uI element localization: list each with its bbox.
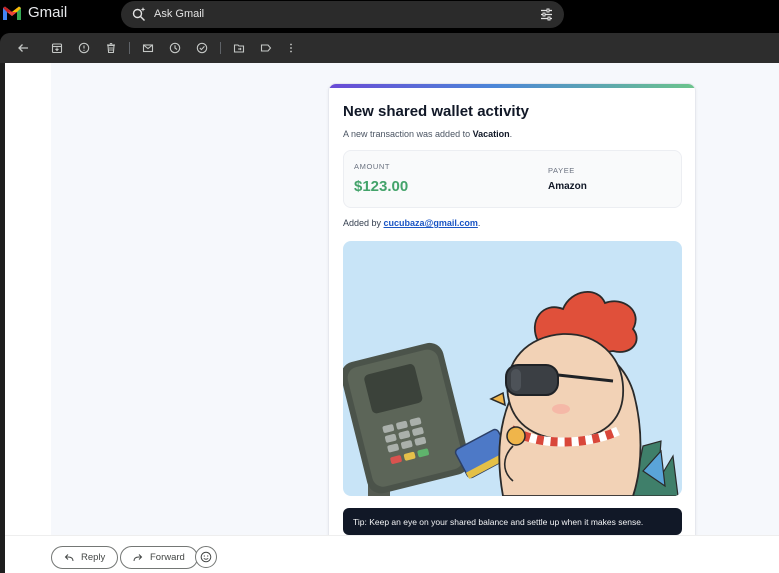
main-frame: New shared wallet activity A new transac… — [0, 33, 779, 573]
more-vert-icon[interactable] — [283, 40, 299, 56]
move-to-icon[interactable] — [231, 40, 247, 56]
gmail-m-icon — [3, 6, 21, 20]
reply-bar: Reply Forward — [5, 535, 779, 573]
emoji-reaction-button[interactable] — [195, 546, 217, 568]
forward-icon — [133, 553, 143, 561]
search-input[interactable]: Ask Gmail — [154, 8, 204, 20]
amount-value: $123.00 — [354, 178, 409, 195]
amount-label: AMOUNT — [354, 162, 391, 171]
reply-button[interactable]: Reply — [51, 546, 119, 569]
reply-label: Reply — [81, 552, 106, 563]
card-accent-bar — [329, 84, 695, 88]
search-bar[interactable]: Ask Gmail — [121, 1, 564, 28]
email-title: New shared wallet activity — [343, 103, 529, 120]
rooster-payment-illustration — [343, 241, 682, 496]
toolbar-divider — [220, 42, 221, 54]
mark-unread-icon[interactable] — [140, 40, 156, 56]
payee-value: Amazon — [548, 181, 587, 192]
transaction-summary: AMOUNT $123.00 PAYEE Amazon — [343, 150, 682, 208]
forward-button[interactable]: Forward — [120, 546, 198, 569]
top-bar: Gmail Ask Gmail — [0, 0, 779, 30]
left-gutter — [5, 63, 51, 535]
reply-icon — [64, 553, 74, 561]
email-card: New shared wallet activity A new transac… — [328, 83, 696, 535]
add-task-icon[interactable] — [194, 40, 210, 56]
toolbar-divider — [129, 42, 130, 54]
archive-icon[interactable] — [49, 40, 65, 56]
wallet-name: Vacation — [472, 129, 510, 139]
message-toolbar — [0, 33, 779, 63]
report-spam-icon[interactable] — [76, 40, 92, 56]
tip-banner: Tip: Keep an eye on your shared balance … — [343, 508, 682, 535]
payee-label: PAYEE — [548, 166, 575, 175]
snooze-icon[interactable] — [167, 40, 183, 56]
added-by-email-link[interactable]: cucubaza@gmail.com — [384, 218, 478, 228]
search-options-icon[interactable] — [539, 7, 554, 22]
emoji-icon — [200, 551, 212, 563]
added-by-line: Added by cucubaza@gmail.com. — [343, 218, 481, 228]
app-name: Gmail — [28, 4, 68, 21]
label-icon[interactable] — [258, 40, 274, 56]
gmail-logo[interactable]: Gmail — [2, 4, 67, 21]
email-subtitle: A new transaction was added to Vacation. — [343, 129, 513, 139]
forward-label: Forward — [150, 552, 185, 563]
ask-sparkle-search-icon — [132, 7, 146, 21]
delete-icon[interactable] — [103, 40, 119, 56]
message-body-area: New shared wallet activity A new transac… — [5, 63, 779, 535]
back-icon[interactable] — [15, 40, 31, 56]
